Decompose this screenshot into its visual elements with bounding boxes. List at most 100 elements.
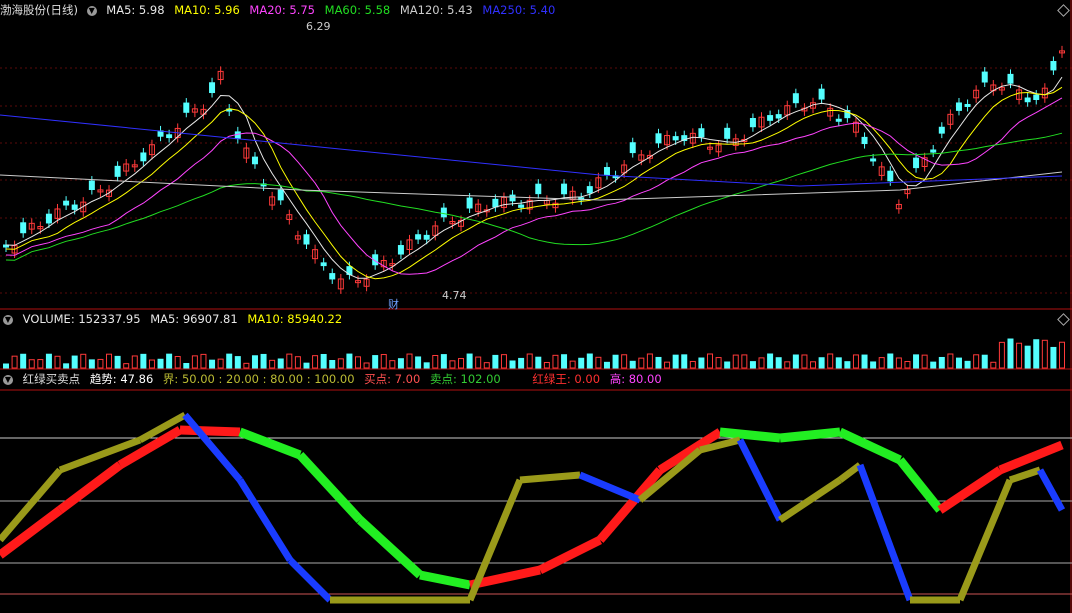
volume-bar [938,356,945,369]
ma10-label: MA10: 5.96 [174,3,240,17]
candle [1050,61,1057,71]
ma120-label: MA120: 5.43 [399,3,473,17]
volume-bar [294,356,301,369]
signal-band [57,461,123,514]
volume-bar [492,354,499,369]
candle [1007,73,1014,84]
chevron-down-icon[interactable]: ▼ [86,5,97,16]
volume-bar [63,363,70,369]
trend-line [837,462,863,483]
volume-bar [621,354,628,369]
volume-bar [595,356,602,369]
volume-bar [664,361,671,369]
candle [251,156,258,165]
volume-bar [286,353,293,369]
volume-bar [586,353,593,369]
volume-panel-header: ▼ VOLUME: 152337.95 MA5: 96907.81 MA10: … [0,311,348,327]
candle [818,88,825,100]
volume-bar [955,357,962,369]
candle [861,136,868,145]
volume-bar [535,356,542,369]
indicator-panel-header: ▼ 红绿买卖点 趋势: 47.86 界: 50.00 : 20.00 : 80.… [0,371,668,387]
volume-bar [973,354,980,369]
signal-band [937,466,1003,514]
volume-bar [629,360,636,369]
candle [629,142,636,154]
volume-bar [466,353,473,369]
volume-bar [140,353,147,369]
candle [930,149,937,153]
volume-bar [552,354,559,369]
candle [509,194,516,202]
candle [792,93,799,104]
volume-bar [157,358,164,369]
volume-bar [71,355,78,369]
volume-bar [397,358,404,369]
candle [20,222,27,234]
chevron-down-icon[interactable]: ▼ [3,374,13,385]
volume-bar [174,355,181,369]
volume-bar [166,353,173,369]
volume-bar [801,354,808,369]
candle [518,204,525,208]
volume-bar [638,357,645,369]
volume-bar [543,361,550,369]
candle [415,234,422,240]
volume-bar [191,355,198,369]
volume-bar [784,361,791,369]
candle [114,165,121,177]
chart-canvas[interactable] [0,0,1072,613]
volume-bar [1041,339,1048,369]
candle [955,102,962,111]
trend-line [956,478,1014,602]
ma5-label: MA5: 5.98 [106,3,165,17]
candle [749,118,756,128]
volume-bar [930,361,937,369]
candle [303,234,310,245]
signal-band [838,427,902,465]
volume-bar [655,356,662,369]
volume-bar [200,353,207,369]
candle [698,128,705,138]
candle [561,183,568,195]
volume-bar [835,357,842,369]
signal-band [356,516,424,579]
volume-bar [380,354,387,369]
volume-bar [603,361,610,369]
volume-bar [209,359,216,369]
candle [655,133,662,144]
volume-bar [131,355,138,369]
volume-bar [45,353,52,369]
volume-bar [913,354,920,369]
ma60-label: MA60: 5.58 [324,3,391,17]
volume-bar [810,361,817,369]
signal-band [296,451,364,524]
main-panel-header: 渤海股份(日线) ▼ MA5: 5.98 MA10: 5.96 MA20: 5.… [0,2,561,18]
finance-marker[interactable]: 财 [388,296,399,312]
volume-bar [277,358,284,369]
candle [492,198,499,208]
low-price-label: 4.74 [442,289,467,302]
volume-bar [715,357,722,369]
ma60-line [5,132,1063,261]
volume-bar [672,354,679,369]
volume-bar [458,358,465,369]
candle [603,167,610,176]
volume-bar [878,357,885,369]
volume-bar [569,360,576,369]
candle [234,131,241,140]
ma20-line [5,97,1063,275]
candle [440,207,447,218]
volume-bar [921,354,928,369]
volume-bar [818,357,825,369]
volume-bar [269,359,276,369]
signal-band [238,427,302,460]
volume-bar [20,353,27,369]
trend-line [1008,466,1042,484]
candle [586,186,593,194]
volume-bar [312,355,319,369]
candle [209,82,216,94]
chevron-down-icon[interactable]: ▼ [3,314,13,325]
candle [140,152,147,162]
volume-bar [526,353,533,369]
